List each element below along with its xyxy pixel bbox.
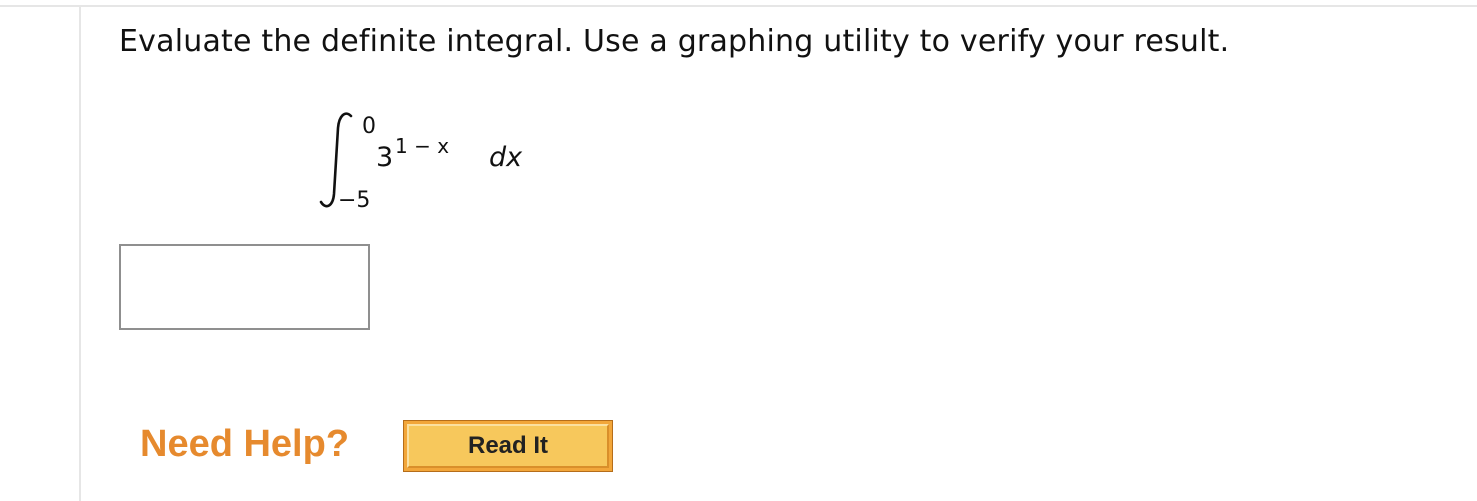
upper-limit: 0 [362, 114, 376, 139]
differential: dx [489, 142, 523, 173]
integrand-exponent: 1 − x [395, 134, 450, 158]
integrand-base: 3 [376, 142, 394, 173]
need-help-label: Need Help? [140, 423, 350, 465]
top-divider [0, 5, 1477, 7]
lower-limit: −5 [338, 188, 371, 213]
read-it-label: Read It [407, 424, 609, 468]
read-it-button[interactable]: Read It [403, 420, 613, 472]
answer-input[interactable] [119, 244, 370, 330]
left-divider [79, 7, 81, 501]
question-prompt: Evaluate the definite integral. Use a gr… [119, 24, 1230, 59]
page: Evaluate the definite integral. Use a gr… [0, 0, 1477, 501]
integral-expression: 0 −5 3 1 − x dx [310, 100, 570, 220]
